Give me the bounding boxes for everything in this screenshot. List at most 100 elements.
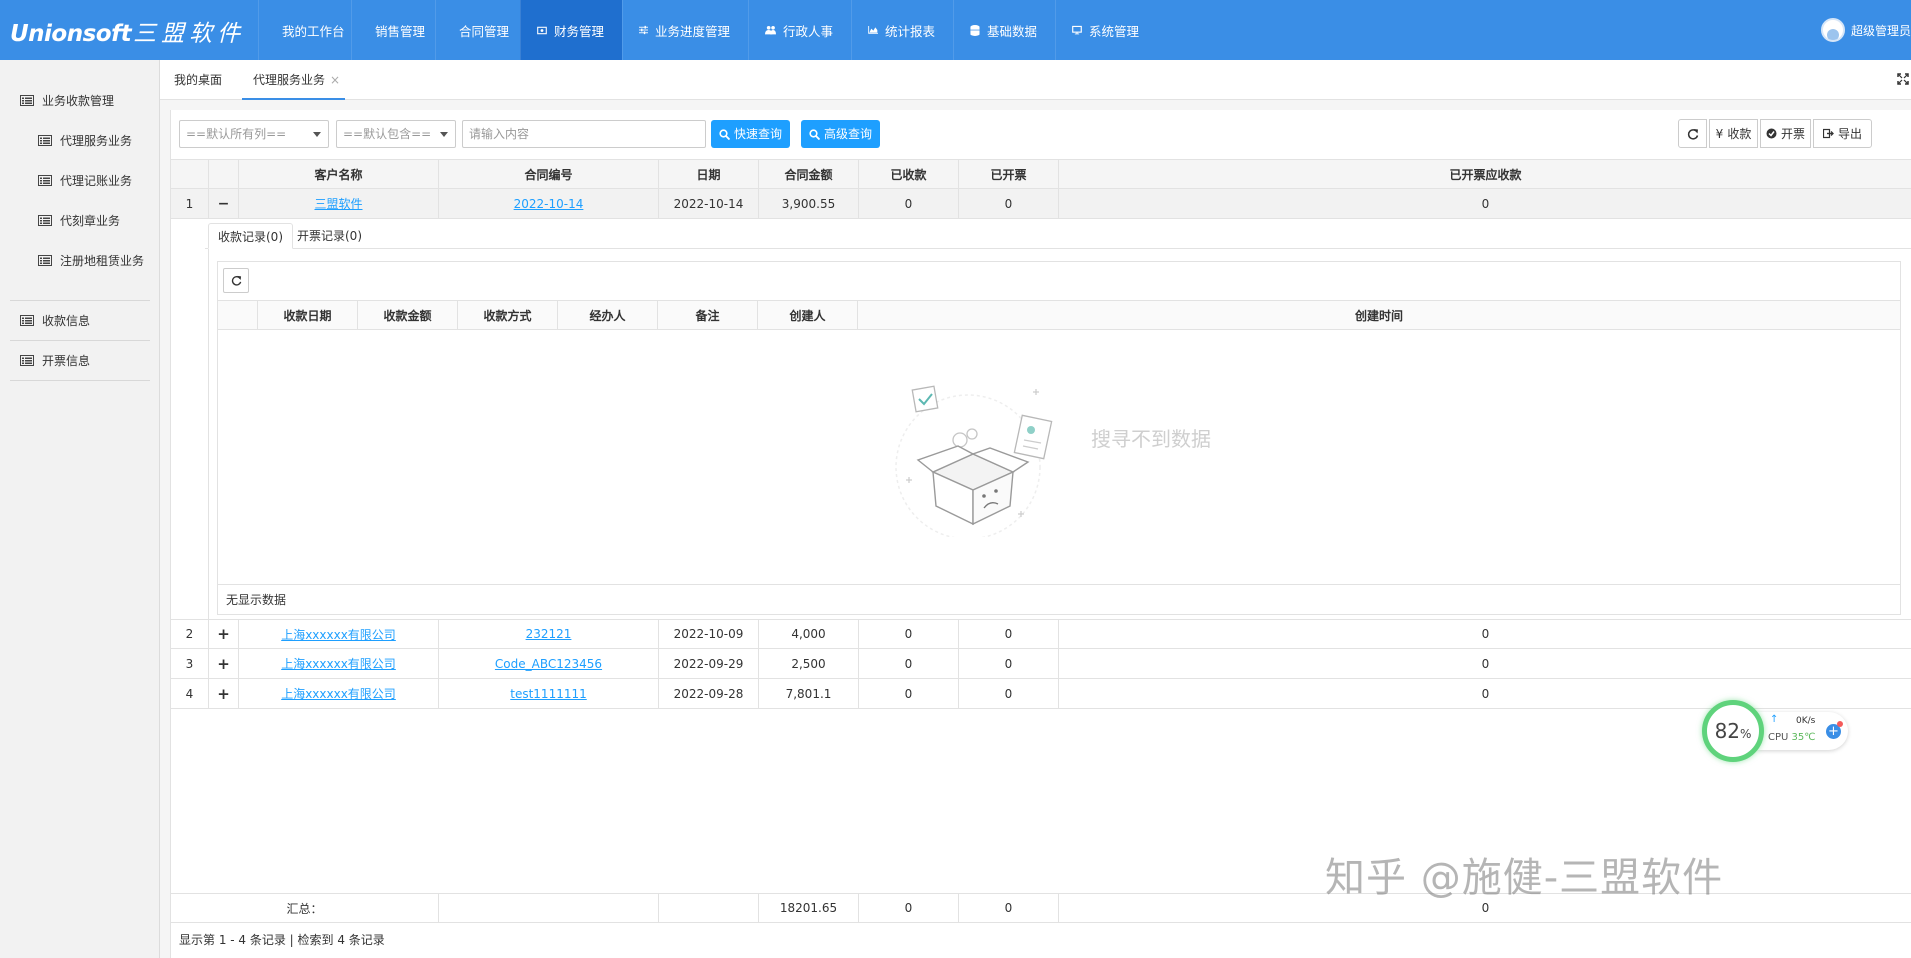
list-icon (20, 355, 34, 366)
column-header[interactable]: 创建时间 (858, 301, 1900, 329)
nav-label: 我的工作台 (282, 23, 345, 39)
user-menu[interactable]: 超级管理员 (1820, 0, 1911, 60)
expand-toggle[interactable]: + (209, 649, 239, 678)
expand-toggle[interactable]: + (209, 679, 239, 708)
search-icon (809, 128, 820, 140)
date-cell: 2022-09-28 (659, 679, 759, 708)
column-select[interactable]: ==默认所有列== (179, 120, 329, 148)
table-row[interactable]: 4 + 上海xxxxxx有限公司 test1111111 2022-09-28 … (171, 679, 1911, 709)
tab-agency-service[interactable]: 代理服务业务 × (242, 60, 346, 100)
contract-link[interactable]: Code_ABC123456 (495, 657, 602, 671)
nav-item-workbench[interactable]: 我的工作台 (258, 0, 351, 60)
column-header[interactable]: 创建人 (758, 301, 858, 329)
column-header[interactable]: 已开票 (959, 160, 1059, 188)
data-panel: ==默认所有列== ==默认包含== 请输入内容 快速查询 高级查询 ¥ 收款 … (170, 110, 1911, 958)
nav-item-system[interactable]: 系统管理 (1055, 0, 1157, 60)
expand-toggle[interactable]: + (209, 620, 239, 648)
nav-label: 行政人事 (782, 23, 833, 39)
column-header[interactable]: 合同编号 (439, 160, 659, 188)
receive-button[interactable]: ¥ 收款 (1709, 119, 1758, 148)
collapse-toggle[interactable]: − (209, 189, 239, 218)
logo-latin: Unionsoft (10, 21, 132, 47)
cpu-monitor-widget[interactable]: ↑ 0K/s CPU 35℃ + 82% (1702, 698, 1848, 764)
summary-empty (439, 894, 659, 922)
detail-tab-bar: 收款记录(0) 开票记录(0) (205, 219, 1911, 249)
nav-item-progress[interactable]: 业务进度管理 (622, 0, 748, 60)
amount-cell: 2,500 (759, 649, 859, 678)
tab-close-icon[interactable]: × (330, 73, 340, 87)
tab-invoice-records[interactable]: 开票记录(0) (288, 223, 371, 249)
customer-cell: 上海xxxxxx有限公司 (239, 679, 439, 708)
list-icon (20, 315, 34, 326)
column-header[interactable]: 客户名称 (239, 160, 439, 188)
table-row[interactable]: 1 − 三盟软件 2022-10-14 2022-10-14 3,900.55 … (171, 189, 1911, 219)
row-index: 4 (171, 679, 209, 708)
brand-logo[interactable]: Unionsoft三盟软件 (10, 14, 245, 48)
quick-search-button[interactable]: 快速查询 (711, 120, 791, 148)
sidebar-item-receipt-info[interactable]: 收款信息 (20, 312, 90, 329)
customer-cell: 上海xxxxxx有限公司 (239, 620, 439, 648)
column-header[interactable]: 已开票应收款 (1059, 160, 1911, 188)
page-tab-bar: 我的桌面 代理服务业务 × (160, 60, 1911, 100)
column-header[interactable]: 经办人 (558, 301, 658, 329)
sidebar-item-business-receipts[interactable]: 业务收款管理 (20, 92, 114, 109)
sliders-icon (639, 25, 648, 35)
date-cell: 2022-10-14 (659, 189, 759, 218)
empty-state-text: 搜寻不到数据 (1091, 427, 1211, 451)
contract-link[interactable]: test1111111 (510, 687, 587, 701)
customer-link[interactable]: 上海xxxxxx有限公司 (281, 626, 396, 643)
tab-receipt-records[interactable]: 收款记录(0) (208, 223, 293, 249)
customer-link[interactable]: 上海xxxxxx有限公司 (281, 655, 396, 672)
export-button[interactable]: 导出 (1813, 119, 1872, 148)
contract-link[interactable]: 232121 (526, 627, 572, 641)
customer-link[interactable]: 上海xxxxxx有限公司 (281, 685, 396, 702)
column-header[interactable]: 备注 (658, 301, 758, 329)
upload-arrow-icon: ↑ (1770, 714, 1779, 725)
contract-link[interactable]: 2022-10-14 (514, 197, 584, 211)
watermark: 知乎 @施健-三盟软件 (1325, 855, 1724, 901)
advanced-search-button[interactable]: 高级查询 (801, 120, 881, 148)
money-icon (537, 26, 547, 34)
contract-cell: Code_ABC123456 (439, 649, 659, 678)
nav-label: 财务管理 (553, 23, 604, 39)
receivable-cell: 0 (1481, 196, 1490, 211)
summary-amount: 18201.65 (759, 894, 859, 922)
tab-my-desktop[interactable]: 我的桌面 (174, 60, 222, 100)
column-header[interactable]: 收款方式 (458, 301, 558, 329)
column-header[interactable]: 收款金额 (358, 301, 458, 329)
invoice-button[interactable]: 开票 (1760, 119, 1811, 148)
sidebar-divider (10, 300, 150, 301)
table-row[interactable]: 3 + 上海xxxxxx有限公司 Code_ABC123456 2022-09-… (171, 649, 1911, 679)
sidebar-item-address-lease[interactable]: 注册地租赁业务 (38, 252, 144, 269)
sidebar-item-label: 业务收款管理 (42, 94, 115, 108)
nav-item-basic-data[interactable]: 基础数据 (953, 0, 1055, 60)
nav-item-reports[interactable]: 统计报表 (851, 0, 953, 60)
sidebar-item-invoice-info[interactable]: 开票信息 (20, 352, 90, 369)
column-header[interactable]: 合同金额 (759, 160, 859, 188)
list-icon (38, 135, 52, 146)
nav-label: 统计报表 (884, 23, 935, 39)
nav-item-hr[interactable]: 行政人事 (748, 0, 851, 60)
sidebar-item-agency-service[interactable]: 代理服务业务 (38, 132, 132, 149)
detail-refresh-button[interactable] (223, 268, 249, 293)
column-header[interactable]: 收款日期 (258, 301, 358, 329)
refresh-button[interactable] (1678, 119, 1707, 148)
nav-item-sales[interactable]: 销售管理 (351, 0, 435, 60)
table-row[interactable]: 2 + 上海xxxxxx有限公司 232121 2022-10-09 4,000… (171, 619, 1911, 649)
search-input[interactable]: 请输入内容 (462, 120, 706, 148)
column-header[interactable]: 已收款 (859, 160, 959, 188)
column-header[interactable]: 日期 (659, 160, 759, 188)
nav-item-finance[interactable]: 财务管理 (520, 0, 622, 60)
sidebar-item-bookkeeping[interactable]: 代理记账业务 (38, 172, 132, 189)
quick-search-label: 快速查询 (734, 127, 783, 141)
customer-link[interactable]: 三盟软件 (314, 195, 362, 212)
match-mode-select[interactable]: ==默认包含== (336, 120, 456, 148)
row-index: 1 (171, 189, 209, 218)
cpu-temperature: 35℃ (1791, 732, 1816, 743)
received-cell: 0 (859, 649, 959, 678)
receivable-cell: 0 (1481, 656, 1490, 671)
nav-item-contract[interactable]: 合同管理 (435, 0, 520, 60)
fullscreen-icon[interactable] (1897, 73, 1909, 85)
sidebar-item-seal-carving[interactable]: 代刻章业务 (38, 212, 120, 229)
refresh-icon (1687, 128, 1698, 140)
